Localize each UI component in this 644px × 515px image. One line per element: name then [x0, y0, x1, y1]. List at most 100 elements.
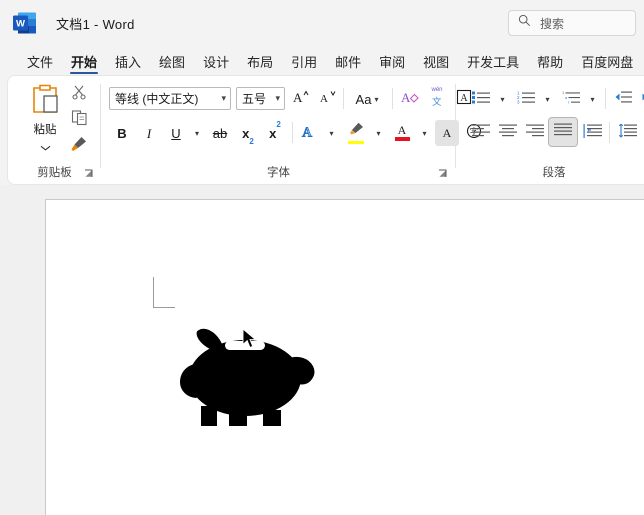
tab-layout[interactable]: 布局 [238, 46, 282, 76]
align-left-button[interactable] [468, 120, 494, 146]
grow-font-icon: A [292, 89, 309, 109]
decrease-indent-button[interactable] [610, 86, 636, 112]
font-family-value: 等线 (中文正文) [115, 92, 199, 106]
document-workspace[interactable] [0, 185, 644, 515]
text-effects-button[interactable]: A [297, 120, 323, 146]
numbering-dropdown[interactable]: ▾ [540, 86, 555, 112]
font-color-button[interactable]: A [389, 120, 415, 146]
tab-draw[interactable]: 绘图 [150, 46, 194, 76]
svg-text:A: A [320, 93, 328, 104]
increase-indent-button[interactable] [637, 86, 644, 112]
font-color-swatch [394, 137, 410, 141]
svg-text:i: i [568, 99, 569, 104]
underline-dropdown-button[interactable]: ▾ [189, 120, 205, 146]
tab-review[interactable]: 审阅 [370, 46, 414, 76]
multilevel-list-icon: 1 a i [562, 90, 580, 109]
ribbon-group-paragraph: ▾ 1 2 3 ▾ 1 a i ▾ 段落 [456, 76, 644, 184]
text-highlight-button[interactable] [342, 120, 370, 146]
clipboard-dialog-launcher[interactable] [83, 166, 95, 178]
font-color-dropdown[interactable]: ▾ [417, 120, 432, 146]
font-family-combobox[interactable]: 等线 (中文正文) ▾ [109, 87, 231, 110]
search-placeholder: 搜索 [540, 16, 565, 31]
bold-button[interactable]: B [109, 120, 135, 146]
chevron-down-icon: ▾ [500, 94, 505, 104]
divider [392, 88, 393, 109]
svg-text:3: 3 [517, 99, 520, 104]
paste-button[interactable]: 粘贴 [22, 82, 68, 152]
strikethrough-button[interactable]: ab [207, 120, 233, 146]
chevron-down-icon: ▾ [590, 94, 595, 104]
tab-design[interactable]: 设计 [194, 46, 238, 76]
superscript-label: x [269, 125, 277, 141]
copy-button[interactable] [66, 108, 92, 132]
format-painter-button[interactable] [66, 134, 92, 158]
scissors-cut-icon [71, 84, 87, 105]
bullets-button[interactable] [468, 86, 494, 112]
phonetic-guide-button[interactable]: wén 文 [424, 86, 450, 112]
font-dialog-launcher[interactable] [437, 166, 449, 178]
copy-icon [71, 109, 88, 131]
cut-button[interactable] [66, 82, 92, 106]
search-input[interactable]: 搜索 [508, 10, 636, 36]
shrink-font-icon: A [319, 89, 336, 109]
underline-button[interactable]: U [163, 120, 189, 146]
format-painter-icon [70, 135, 88, 158]
align-right-button[interactable] [522, 120, 548, 146]
change-case-icon: Aa [355, 91, 372, 107]
italic-button[interactable]: I [136, 120, 162, 146]
font-size-combobox[interactable]: 五号 ▾ [236, 87, 285, 110]
phonetic-guide-label: wén [431, 86, 443, 93]
divider [609, 122, 610, 143]
align-left-icon [472, 124, 490, 142]
document-page[interactable] [45, 199, 644, 515]
highlight-color-swatch [348, 141, 364, 144]
tab-file[interactable]: 文件 [18, 46, 62, 76]
divider [292, 122, 293, 143]
tab-baidu-netdisk[interactable]: 百度网盘 [572, 46, 642, 76]
tab-home[interactable]: 开始 [62, 46, 106, 76]
change-case-button[interactable]: Aa ▾ [347, 86, 387, 112]
align-right-icon [526, 124, 544, 142]
numbered-list-icon: 1 2 3 [517, 90, 535, 109]
multilevel-list-button[interactable]: 1 a i [558, 86, 584, 112]
tab-view[interactable]: 视图 [414, 46, 458, 76]
paste-label: 粘贴 [33, 124, 57, 136]
divider [605, 88, 606, 109]
tab-mailings[interactable]: 邮件 [326, 46, 370, 76]
phonetic-guide-icon: 文 [430, 94, 444, 112]
subscript-button[interactable]: x 2 [235, 120, 261, 147]
grow-font-button[interactable]: A [288, 86, 313, 112]
ribbon: 粘贴 剪贴板 等线 (中文正文) ▾ 五号 ▾ A A Aa ▾ A wén 文… [8, 76, 644, 184]
superscript-button[interactable]: x 2 [262, 120, 288, 146]
chevron-down-icon: ▾ [194, 128, 199, 138]
svg-text:A: A [293, 90, 303, 104]
line-spacing-button[interactable] [614, 120, 640, 146]
clear-formatting-icon: A [401, 89, 420, 110]
tab-references[interactable]: 引用 [282, 46, 326, 76]
distribute-text-button[interactable] [579, 120, 605, 146]
window-title: 文档1 - Word [56, 17, 135, 32]
search-icon [518, 14, 531, 32]
word-logo-icon: W [12, 11, 38, 35]
tab-developer[interactable]: 开发工具 [458, 46, 528, 76]
bullets-dropdown[interactable]: ▾ [495, 86, 510, 112]
align-center-button[interactable] [495, 120, 521, 146]
chevron-down-icon[interactable] [40, 138, 51, 156]
character-shading-icon: A [442, 125, 452, 140]
multilevel-list-dropdown[interactable]: ▾ [585, 86, 600, 112]
chevron-down-icon: ▾ [275, 93, 280, 103]
svg-text:文: 文 [432, 96, 442, 107]
text-effects-dropdown[interactable]: ▾ [324, 120, 339, 146]
font-group-label: 字体 [267, 167, 290, 179]
margin-corner-mark [153, 277, 175, 308]
tab-insert[interactable]: 插入 [106, 46, 150, 76]
tab-help[interactable]: 帮助 [528, 46, 572, 76]
chevron-down-icon: ▾ [329, 128, 334, 138]
distribute-text-icon [583, 123, 602, 143]
text-effects-icon: A [301, 123, 319, 144]
clear-formatting-button[interactable]: A [397, 86, 423, 112]
shrink-font-button[interactable]: A [315, 86, 340, 112]
numbering-button[interactable]: 1 2 3 [513, 86, 539, 112]
justify-button[interactable] [549, 118, 577, 146]
text-highlight-dropdown[interactable]: ▾ [371, 120, 386, 146]
